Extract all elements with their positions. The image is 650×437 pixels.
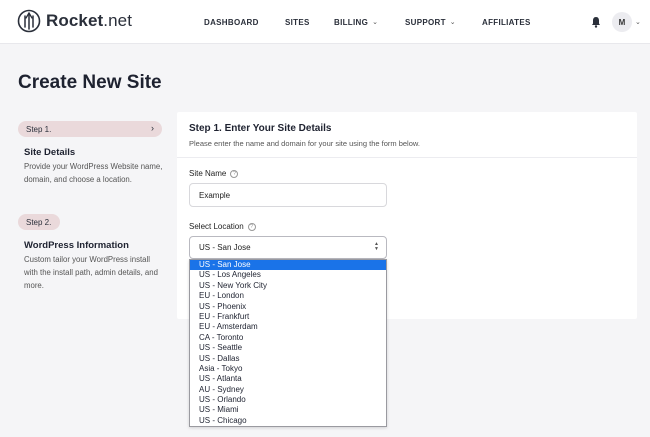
- step-2-pill[interactable]: Step 2.: [18, 214, 60, 230]
- location-option[interactable]: CA - Toronto: [190, 333, 386, 343]
- step-1-pill[interactable]: Step 1. ›: [18, 121, 162, 137]
- select-arrows-icon: ▲ ▼: [374, 241, 379, 252]
- form-title: Step 1. Enter Your Site Details: [189, 123, 332, 134]
- location-option[interactable]: EU - London: [190, 291, 386, 301]
- site-name-input[interactable]: [189, 183, 387, 207]
- location-dropdown-list[interactable]: US - San Jose US - Los Angeles US - New Yo…: [189, 259, 387, 427]
- help-icon[interactable]: ?: [247, 222, 256, 231]
- location-select[interactable]: US - San Jose ▲ ▼: [189, 236, 387, 259]
- nav-support[interactable]: SUPPORT ⌄: [405, 0, 456, 44]
- nav-dashboard[interactable]: DASHBOARD: [204, 0, 259, 44]
- location-option[interactable]: US - New York City: [190, 281, 386, 291]
- location-option[interactable]: Asia - Tokyo: [190, 364, 386, 374]
- chevron-down-icon[interactable]: ⌄: [635, 18, 641, 26]
- location-option[interactable]: US - Orlando: [190, 395, 386, 405]
- top-navigation-bar: Rocket.net DASHBOARD SITES BILLING ⌄ SUPP…: [0, 0, 650, 44]
- rocket-logo-icon: [17, 9, 41, 33]
- step-2-description: Custom tailor your WordPress install wit…: [24, 255, 158, 290]
- nav-affiliates[interactable]: AFFILIATES: [482, 0, 531, 44]
- brand-logo[interactable]: Rocket.net: [17, 9, 132, 33]
- step-2-title: WordPress Information: [24, 240, 129, 251]
- chevron-right-icon: ›: [151, 123, 154, 133]
- page-title: Create New Site: [18, 72, 162, 93]
- nav-billing[interactable]: BILLING ⌄: [334, 0, 378, 44]
- chevron-down-icon: ⌄: [372, 19, 379, 26]
- location-option[interactable]: US - Chicago: [190, 416, 386, 426]
- location-option[interactable]: EU - Frankfurt: [190, 312, 386, 322]
- location-option[interactable]: US - San Jose: [190, 260, 386, 271]
- location-label: Select Location ?: [189, 222, 256, 231]
- site-name-label: Site Name ?: [189, 169, 239, 178]
- location-option[interactable]: US - Dallas: [190, 354, 386, 364]
- bell-icon[interactable]: [591, 16, 601, 28]
- help-icon[interactable]: ?: [230, 169, 239, 178]
- form-subtitle: Please enter the name and domain for you…: [189, 139, 420, 148]
- location-option[interactable]: US - Los Angeles: [190, 270, 386, 280]
- brand-name: Rocket.net: [46, 11, 133, 30]
- location-option[interactable]: EU - Amsterdam: [190, 322, 386, 332]
- location-option[interactable]: US - Miami: [190, 405, 386, 415]
- location-option[interactable]: US - Atlanta: [190, 374, 386, 384]
- nav-sites[interactable]: SITES: [285, 0, 310, 44]
- card-header: Step 1. Enter Your Site Details Please e…: [177, 112, 637, 158]
- user-avatar[interactable]: M: [612, 12, 632, 32]
- location-option[interactable]: US - Seattle: [190, 343, 386, 353]
- step-1-title: Site Details: [24, 147, 76, 158]
- location-option[interactable]: US - Phoenix: [190, 302, 386, 312]
- step-1-description: Provide your WordPress Website name, dom…: [24, 162, 163, 184]
- chevron-down-icon: ⌄: [449, 19, 456, 26]
- location-option[interactable]: AU - Sydney: [190, 385, 386, 395]
